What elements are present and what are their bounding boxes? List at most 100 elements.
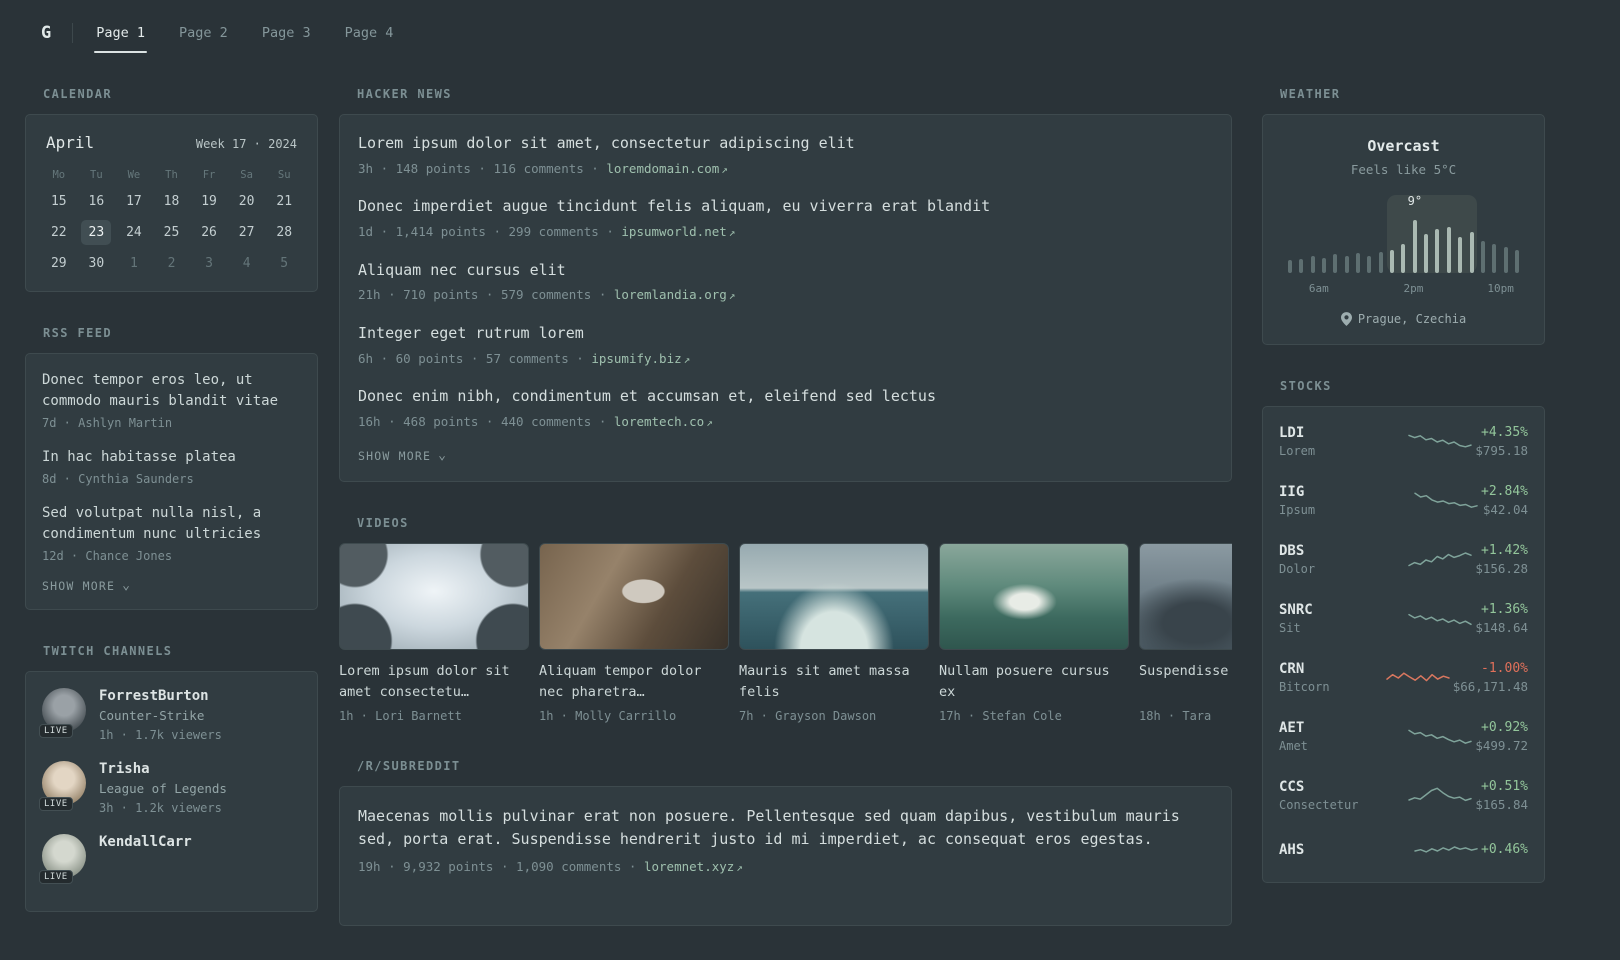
stock-change: -1.00% xyxy=(1481,661,1528,676)
rss-item-title[interactable]: Sed volutpat nulla nisl, a condimentum n… xyxy=(42,503,301,545)
subreddit-widget-title: /R/SUBREDDIT xyxy=(357,759,461,774)
time-label: 6am xyxy=(1308,282,1329,295)
calendar-card: April Week 17 · 2024 Mo Tu We Th Fr Sa S… xyxy=(25,114,318,292)
stock-values: -1.00% $66,171.48 xyxy=(1453,661,1528,694)
external-link-icon: ↗ xyxy=(728,289,736,303)
calendar-day-header: Fr xyxy=(202,169,216,181)
stock-sparkline xyxy=(1408,551,1473,566)
channel-name[interactable]: Trisha xyxy=(99,761,227,777)
calendar-day-number: 15 xyxy=(50,194,67,209)
stock-row[interactable]: DBS Dolor +1.42% $156.28 xyxy=(1279,530,1528,589)
page-tab[interactable]: Page 2 xyxy=(177,8,230,58)
calendar-day: 2 xyxy=(153,248,191,279)
live-badge: LIVE xyxy=(39,869,73,884)
hn-story-title[interactable]: Lorem ipsum dolor sit amet, consectetur … xyxy=(358,133,1213,155)
stock-row[interactable]: CRN Bitcorn -1.00% $66,171.48 xyxy=(1279,648,1528,707)
calendar-day-number: 23 xyxy=(81,220,112,245)
stock-change: +0.46% xyxy=(1481,842,1528,857)
hn-source-link[interactable]: loremlandia.org ↗ xyxy=(614,287,736,302)
channel-name[interactable]: KendallCarr xyxy=(99,834,192,850)
calendar-widget: CALENDAR April Week 17 · 2024 Mo Tu We T… xyxy=(25,87,318,292)
topbar: G Page 1 Page 2 Page 3 Page 4 xyxy=(0,0,1620,58)
stock-row[interactable]: LDI Lorem +4.35% $795.18 xyxy=(1279,412,1528,471)
stock-price: $499.72 xyxy=(1475,738,1528,753)
video-title[interactable]: Aliquam tempor dolor nec pharetra… xyxy=(539,661,729,703)
temperature-bar xyxy=(1390,250,1395,273)
temperature-bar xyxy=(1322,258,1327,273)
hn-story-title[interactable]: Integer eget rutrum lorem xyxy=(358,323,1213,345)
hn-source-link[interactable]: loremtech.co ↗ xyxy=(614,414,713,429)
calendar-day: 1 xyxy=(115,248,153,279)
rss-item-title[interactable]: In hac habitasse platea xyxy=(42,447,301,468)
stock-change: +1.36% xyxy=(1481,602,1528,617)
video-thumbnail[interactable] xyxy=(1139,543,1232,651)
video-thumbnail[interactable] xyxy=(939,543,1129,651)
hn-story-title[interactable]: Donec enim nibh, condimentum et accumsan… xyxy=(358,386,1213,408)
stock-values: +4.35% $795.18 xyxy=(1475,425,1528,458)
twitch-channel[interactable]: LIVE ForrestBurton Counter-Strike 1h · 1… xyxy=(39,688,301,744)
video-meta: 18h · Tara xyxy=(1139,709,1212,724)
hn-story-title[interactable]: Donec imperdiet augue tincidunt felis al… xyxy=(358,196,1213,218)
calendar-day-number: 25 xyxy=(163,225,180,240)
calendar-day: 16 xyxy=(78,186,116,217)
reddit-source-link[interactable]: loremnet.xyz ↗ xyxy=(644,859,743,874)
stock-name: Bitcorn xyxy=(1279,680,1330,694)
stocks-widget: STOCKS LDI Lorem +4.35% $795.18 IIG Ipsu… xyxy=(1262,379,1545,883)
live-badge: LIVE xyxy=(39,797,73,812)
video-title[interactable]: Nullam posuere cursus ex xyxy=(939,661,1129,703)
rss-show-more-button[interactable]: SHOW MORE ⌄ xyxy=(42,579,131,593)
reddit-meta-text: 19h · 9,932 points · 1,090 comments · xyxy=(358,859,637,875)
video-thumbnail[interactable] xyxy=(739,543,929,651)
stock-symbol: SNRC xyxy=(1279,602,1313,618)
hn-source-link[interactable]: ipsumify.biz ↗ xyxy=(591,351,690,366)
video-title[interactable]: Lorem ipsum dolor sit amet consectetu… xyxy=(339,661,529,703)
calendar-day-header: We xyxy=(127,169,141,181)
subreddit-widget: /R/SUBREDDIT Maecenas mollis pulvinar er… xyxy=(339,759,1232,927)
channel-name[interactable]: ForrestBurton xyxy=(99,688,222,704)
logo-divider xyxy=(72,23,74,43)
stock-price: $66,171.48 xyxy=(1452,679,1528,694)
stock-row[interactable]: CCS Consectetur +0.51% $165.84 xyxy=(1279,766,1528,825)
page-tab[interactable]: Page 3 xyxy=(260,8,313,58)
stock-identity: LDI Lorem xyxy=(1279,425,1405,458)
stock-identity: AET Amet xyxy=(1279,720,1405,753)
temperature-bar xyxy=(1469,232,1474,273)
hn-story-meta: 1d · 1,414 points · 299 comments · ipsum… xyxy=(358,223,1213,241)
stock-symbol: AET xyxy=(1279,720,1305,736)
hn-source-link[interactable]: loremdomain.com ↗ xyxy=(606,161,728,176)
weather-feels-like: Feels like 5°C xyxy=(1350,162,1457,177)
stock-row[interactable]: AHS +0.46% xyxy=(1279,825,1528,877)
weather-location: Prague, Czechia xyxy=(1279,312,1528,326)
stock-row[interactable]: IIG Ipsum +2.84% $42.04 xyxy=(1279,471,1528,530)
hn-show-more-button[interactable]: SHOW MORE ⌄ xyxy=(358,449,447,463)
left-column: CALENDAR April Week 17 · 2024 Mo Tu We T… xyxy=(25,87,318,946)
calendar-day-headers: Mo Tu We Th Fr Sa Su xyxy=(40,164,303,186)
calendar-day-number: 2 xyxy=(167,256,176,271)
video-thumbnail[interactable] xyxy=(539,543,729,651)
temperature-bar xyxy=(1492,244,1497,273)
twitch-channel[interactable]: LIVE KendallCarr xyxy=(39,833,301,884)
rss-item-title[interactable]: Donec tempor eros leo, ut commodo mauris… xyxy=(42,370,301,412)
external-link-icon: ↗ xyxy=(683,352,691,366)
temperature-bar xyxy=(1310,256,1315,273)
stock-name: Sit xyxy=(1279,621,1301,635)
reddit-post-title[interactable]: Maecenas mollis pulvinar erat non posuer… xyxy=(358,805,1213,850)
hn-story-title[interactable]: Aliquam nec cursus elit xyxy=(358,260,1213,282)
stock-sparkline xyxy=(1408,787,1473,801)
stock-row[interactable]: SNRC Sit +1.36% $148.64 xyxy=(1279,589,1528,648)
stock-row[interactable]: AET Amet +0.92% $499.72 xyxy=(1279,707,1528,766)
page-tab[interactable]: Page 1 xyxy=(94,8,147,58)
video-title[interactable]: Suspendisse diam xyxy=(1139,661,1232,703)
channel-category: Counter-Strike xyxy=(99,708,205,724)
stock-symbol: CCS xyxy=(1279,779,1305,795)
stock-symbol: AHS xyxy=(1279,841,1305,858)
temperature-bar xyxy=(1514,250,1519,273)
twitch-channel[interactable]: LIVE Trisha League of Legends 3h · 1.2k … xyxy=(39,761,301,817)
video-thumbnail[interactable] xyxy=(339,543,529,651)
hn-source-link[interactable]: ipsumworld.net ↗ xyxy=(621,224,735,239)
weather-times: 6am 2pm 10pm xyxy=(1279,282,1528,297)
page-tab[interactable]: Page 4 xyxy=(343,8,396,58)
video-title[interactable]: Mauris sit amet massa felis xyxy=(739,661,929,703)
stock-sparkline xyxy=(1414,492,1478,508)
calendar-day-number: 29 xyxy=(50,256,67,271)
